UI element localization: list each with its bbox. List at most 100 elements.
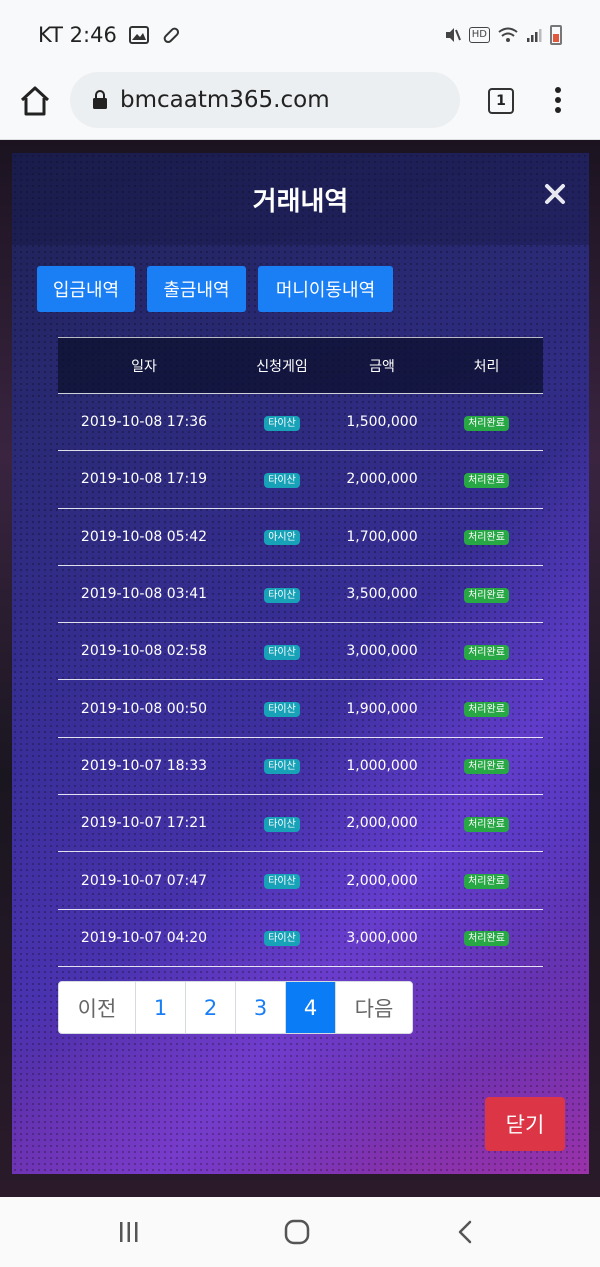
status-badge: 처리완료 (464, 415, 509, 431)
transaction-history-modal: 거래내역 입금내역 출금내역 머니이동내역 일자 신청게임 금액 처리 2019… (12, 153, 589, 1174)
row-amount: 1,700,000 (346, 528, 418, 545)
page-1-button[interactable]: 1 (136, 982, 186, 1033)
status-badge: 처리완료 (464, 530, 509, 546)
table-row: 2019-10-08 00:50 타이산 1,900,000 처리완료 (58, 680, 543, 738)
status-badge: 처리완료 (464, 587, 509, 603)
recent-apps-icon[interactable] (118, 1221, 140, 1243)
image-icon (128, 26, 149, 44)
status-badge: 처리완료 (464, 702, 509, 718)
row-status: 처리완료 (430, 643, 543, 660)
row-amount: 1,000,000 (346, 757, 418, 774)
row-game: 타이산 (230, 471, 334, 488)
table-row: 2019-10-08 02:58 타이산 3,000,000 처리완료 (58, 623, 543, 681)
table-row: 2019-10-07 18:33 타이산 1,000,000 처리완료 (58, 738, 543, 796)
row-amount: 1,900,000 (346, 700, 418, 717)
header-game: 신청게임 (256, 358, 308, 375)
page-2-button[interactable]: 2 (186, 982, 236, 1033)
row-status: 처리완료 (430, 586, 543, 603)
game-badge: 타이산 (264, 759, 300, 775)
row-date: 2019-10-08 00:50 (80, 700, 208, 717)
row-amount: 2,000,000 (346, 815, 418, 832)
row-date: 2019-10-07 18:33 (80, 757, 208, 774)
row-amount: 3,500,000 (346, 586, 418, 603)
game-badge: 타이산 (264, 702, 300, 718)
row-game: 타이산 (230, 643, 334, 660)
header-amount: 금액 (369, 358, 395, 375)
game-badge: 타이산 (264, 472, 300, 488)
row-date: 2019-10-08 03:41 (80, 586, 208, 603)
status-badge: 처리완료 (464, 816, 509, 832)
table-row: 2019-10-07 17:21 타이산 2,000,000 처리완료 (58, 795, 543, 853)
row-date: 2019-10-07 07:47 (80, 872, 208, 889)
row-game: 타이산 (230, 929, 334, 947)
row-amount: 3,000,000 (346, 929, 418, 946)
browser-toolbar: bmcaatm365.com 1 (0, 70, 600, 140)
hd-badge: HD (468, 27, 490, 43)
row-amount: 2,000,000 (346, 471, 418, 488)
status-badge: 처리완료 (464, 472, 509, 488)
url-text: bmcaatm365.com (120, 87, 330, 113)
header-status: 처리 (473, 358, 500, 375)
signal-icon (527, 29, 542, 42)
row-game: 타이산 (230, 414, 334, 431)
close-icon[interactable] (544, 183, 566, 205)
row-status: 처리완료 (430, 700, 543, 718)
home-icon[interactable] (18, 84, 52, 118)
tab-deposit-history[interactable]: 입금내역 (37, 266, 135, 312)
table-row: 2019-10-08 03:41 타이산 3,500,000 처리완료 (58, 566, 543, 624)
row-game: 타이산 (230, 700, 334, 718)
table-row: 2019-10-08 05:42 아시안 1,700,000 처리완료 (58, 509, 543, 566)
table-row: 2019-10-08 17:19 타이산 2,000,000 처리완료 (58, 451, 543, 509)
tab-switcher-button[interactable]: 1 (488, 88, 514, 114)
table-row: 2019-10-07 07:47 타이산 2,000,000 처리완료 (58, 852, 543, 910)
game-badge: 타이산 (264, 874, 300, 890)
status-bar: KT 2:46 HD (0, 0, 600, 70)
row-date: 2019-10-08 17:36 (80, 414, 208, 431)
row-game: 타이산 (230, 872, 334, 890)
address-bar[interactable]: bmcaatm365.com (70, 72, 460, 128)
back-icon[interactable] (456, 1220, 474, 1244)
more-menu-icon[interactable] (552, 85, 564, 115)
table-row: 2019-10-08 17:36 타이산 1,500,000 처리완료 (58, 394, 543, 452)
close-button[interactable]: 닫기 (485, 1097, 565, 1151)
game-badge: 타이산 (264, 587, 300, 603)
pill-icon (163, 27, 179, 44)
game-badge: 타이산 (264, 816, 300, 832)
page-next-button[interactable]: 다음 (336, 982, 412, 1033)
row-amount: 2,000,000 (346, 872, 418, 889)
row-status: 처리완료 (430, 414, 543, 431)
tab-withdrawal-history[interactable]: 출금내역 (147, 266, 246, 312)
row-amount: 1,500,000 (346, 414, 418, 431)
table-row: 2019-10-07 04:20 타이산 3,000,000 처리완료 (58, 910, 543, 967)
table-body: 2019-10-08 17:36 타이산 1,500,000 처리완료 2019-10-… (58, 394, 543, 967)
header-date: 일자 (131, 358, 157, 375)
transaction-table: 일자 신청게임 금액 처리 2019-10-08 17:36 타이산 1,500,0… (58, 337, 543, 967)
table-header: 일자 신청게임 금액 처리 (58, 337, 543, 394)
page-3-button[interactable]: 3 (236, 982, 286, 1033)
row-status: 처리완료 (430, 528, 543, 546)
mute-icon (445, 28, 461, 42)
row-status: 처리완료 (430, 471, 543, 488)
page-prev-button[interactable]: 이전 (59, 982, 136, 1033)
row-game: 타이산 (230, 586, 334, 603)
status-left: KT 2:46 (38, 23, 181, 47)
row-amount: 3,000,000 (346, 643, 418, 660)
status-badge: 처리완료 (464, 931, 509, 947)
row-status: 처리완료 (430, 757, 543, 775)
row-date: 2019-10-07 04:20 (80, 929, 208, 946)
status-badge: 처리완료 (464, 759, 509, 775)
battery-icon (550, 25, 562, 45)
status-badge: 처리완료 (464, 644, 509, 660)
row-date: 2019-10-08 05:42 (80, 528, 208, 545)
game-badge: 타이산 (264, 931, 300, 947)
tab-money-transfer-history[interactable]: 머니이동내역 (258, 266, 393, 312)
row-date: 2019-10-08 17:19 (80, 471, 208, 488)
page-4-button[interactable]: 4 (286, 982, 336, 1033)
carrier-time: KT 2:46 (38, 23, 117, 47)
row-game: 아시안 (230, 528, 334, 546)
nav-home-icon[interactable] (284, 1219, 310, 1245)
row-game: 타이산 (230, 815, 334, 832)
row-game: 타이산 (230, 757, 334, 775)
row-date: 2019-10-08 02:58 (80, 643, 208, 660)
status-badge: 처리완료 (464, 874, 509, 890)
